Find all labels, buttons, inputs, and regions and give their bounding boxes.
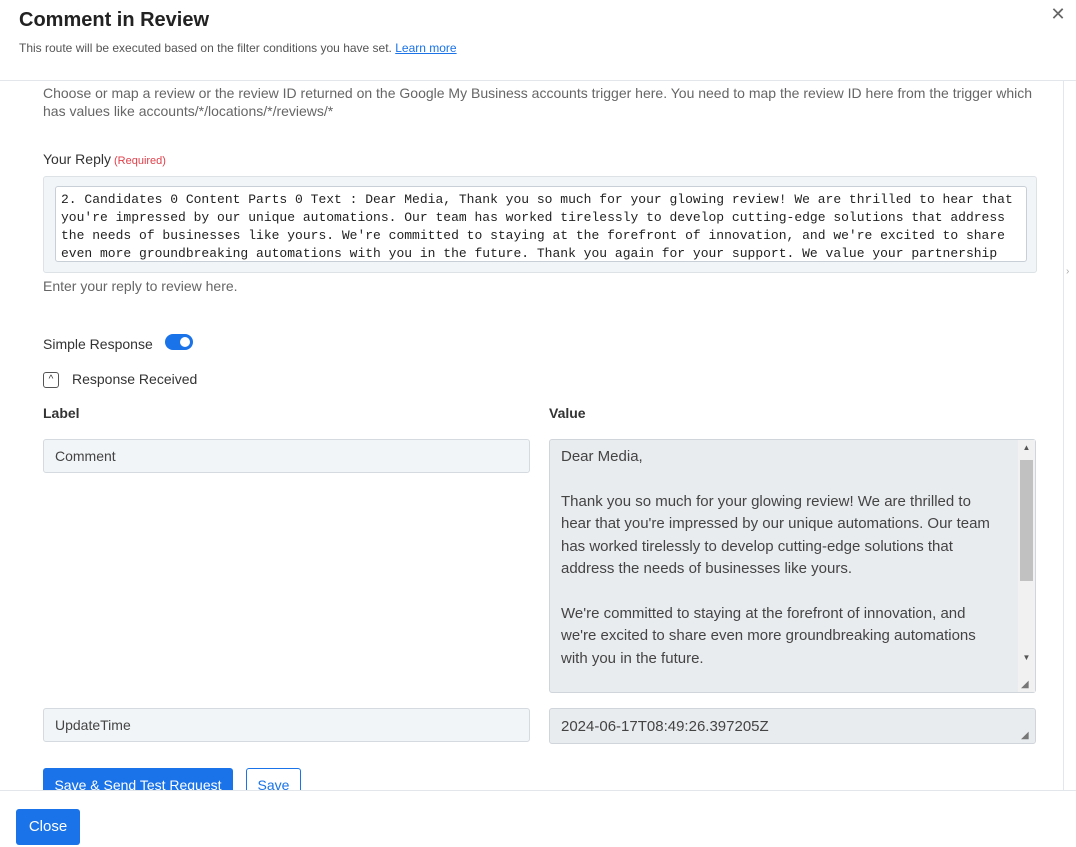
reply-input[interactable]: 2. Candidates 0 Content Parts 0 Text : D… (55, 186, 1027, 262)
learn-more-link[interactable]: Learn more (395, 41, 456, 55)
close-icon[interactable]: ✕ (1048, 4, 1068, 24)
resize-grip-icon[interactable]: ◢ (1021, 679, 1033, 691)
chevron-right-icon[interactable]: › (1066, 259, 1076, 285)
simple-response-toggle[interactable] (165, 334, 193, 350)
row-value-text: 2024-06-17T08:49:26.397205Z (561, 718, 769, 735)
reply-input-wrapper: 2. Candidates 0 Content Parts 0 Text : D… (43, 176, 1037, 273)
row-value-field[interactable]: Dear Media, Thank you so much for your g… (549, 439, 1036, 693)
reply-hint: Enter your reply to review here. (43, 278, 238, 294)
save-button[interactable]: Save (246, 768, 301, 790)
simple-response-label: Simple Response (43, 336, 153, 352)
reply-label: Your Reply (Required) (43, 151, 166, 167)
body-divider (1063, 81, 1064, 790)
toggle-knob (180, 337, 190, 347)
scrollbar[interactable]: ▲ ▼ (1018, 440, 1035, 692)
scroll-up-icon[interactable]: ▲ (1018, 440, 1035, 456)
dialog-body[interactable]: › Choose or map a review or the review I… (0, 81, 1076, 790)
label-column-header: Label (43, 405, 80, 421)
value-column-header: Value (549, 405, 586, 421)
dialog-header: Comment in Review This route will be exe… (0, 0, 1076, 81)
required-indicator: (Required) (113, 155, 166, 167)
scroll-down-icon[interactable]: ▼ (1018, 650, 1035, 666)
save-send-test-button[interactable]: Save & Send Test Request (43, 768, 233, 790)
dialog-footer: Close (0, 790, 1076, 847)
reply-label-text: Your Reply (43, 151, 111, 167)
review-field-description: Choose or map a review or the review ID … (43, 85, 1033, 119)
subtitle-text: This route will be executed based on the… (19, 41, 392, 55)
row-value-field[interactable]: 2024-06-17T08:49:26.397205Z ◢ (549, 708, 1036, 744)
dialog-title: Comment in Review (19, 9, 210, 31)
scrollbar-thumb[interactable] (1020, 460, 1033, 581)
row-label-field[interactable]: Comment (43, 439, 530, 473)
row-label-field[interactable]: UpdateTime (43, 708, 530, 742)
response-received-label: Response Received (72, 371, 198, 387)
dialog-subtitle: This route will be executed based on the… (19, 41, 457, 55)
close-button[interactable]: Close (16, 809, 80, 845)
resize-grip-icon[interactable]: ◢ (1021, 730, 1033, 742)
row-value-text: Dear Media, Thank you so much for your g… (561, 448, 990, 667)
chevron-up-icon[interactable]: ^ (43, 372, 59, 388)
